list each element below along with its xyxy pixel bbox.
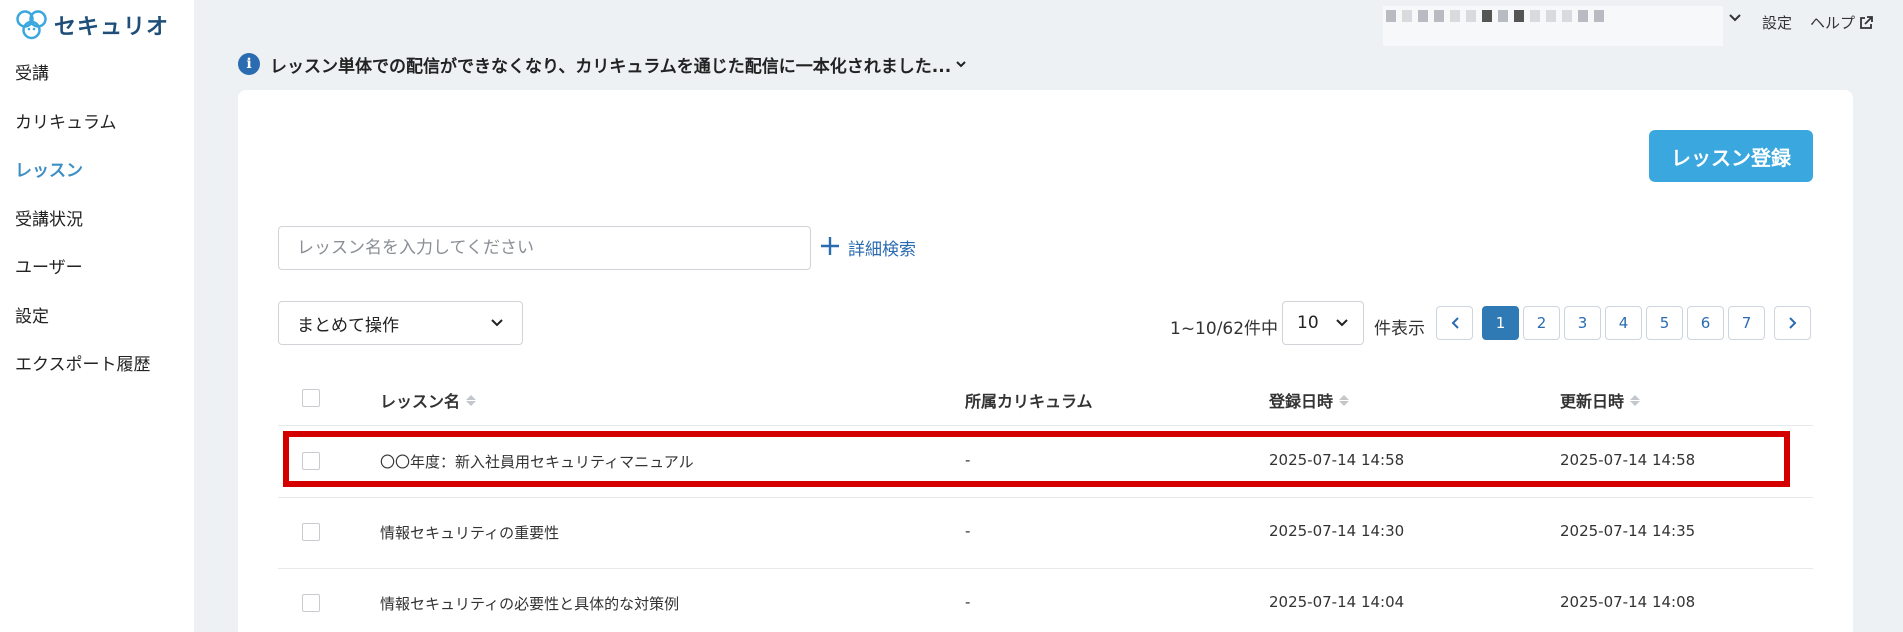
sidebar: セキュリオ 受講 カリキュラム レッスン 受講状況 ユーザー 設定 エクスポート… [0,0,194,632]
advanced-search-label: 詳細検索 [848,239,916,260]
created-cell: 2025-07-14 14:30 [1269,522,1405,540]
curriculum-cell: - [965,522,971,540]
page-button-7[interactable]: 7 [1728,306,1765,340]
column-label: 所属カリキュラム [965,392,1093,411]
sort-icon [1630,394,1641,406]
sidebar-item-curriculum[interactable]: カリキュラム [0,107,194,156]
column-label: 更新日時 [1560,392,1625,411]
header-settings-link[interactable]: 設定 [1762,12,1792,33]
external-link-icon [1859,16,1873,34]
result-count: 1~10/62件中 [1170,319,1279,339]
lesson-name[interactable]: 情報セキュリティの重要性 [380,522,559,543]
help-label: ヘルプ [1810,14,1856,32]
prev-page-button[interactable] [1436,306,1473,340]
plus-icon [820,234,840,260]
row-checkbox[interactable] [302,523,320,541]
lesson-name[interactable]: 情報セキュリティの必要性と具体的な対策例 [380,593,679,614]
page-button-2[interactable]: 2 [1523,306,1560,340]
per-page-select[interactable]: 10 [1282,301,1364,345]
brand-logo[interactable]: セキュリオ [14,9,169,41]
register-lesson-button[interactable]: レッスン登録 [1649,130,1813,182]
curriculum-cell: - [965,593,971,611]
created-cell: 2025-07-14 14:04 [1269,593,1405,611]
sidebar-item-attendance[interactable]: 受講 [0,58,194,107]
next-page-button[interactable] [1774,306,1811,340]
page-button-3[interactable]: 3 [1564,306,1601,340]
redacted-username [1386,10,1604,22]
column-lesson-name[interactable]: レッスン名 [380,388,477,412]
sidebar-item-users[interactable]: ユーザー [0,252,194,301]
column-updated[interactable]: 更新日時 [1560,388,1641,412]
column-created[interactable]: 登録日時 [1269,388,1350,412]
table-row[interactable]: 情報セキュリティの必要性と具体的な対策例 - 2025-07-14 14:04 … [278,569,1813,632]
chevron-down-icon [955,57,967,71]
chevron-down-icon[interactable] [1728,12,1742,27]
updated-cell: 2025-07-14 14:08 [1560,593,1696,611]
sidebar-item-export-history[interactable]: エクスポート履歴 [0,349,194,398]
select-all-checkbox[interactable] [302,389,320,407]
logo-icon [16,10,47,40]
brand-name: セキュリオ [54,15,170,40]
chevron-right-icon [1788,317,1796,329]
page-button-1[interactable]: 1 [1482,306,1519,340]
sort-icon [466,394,477,406]
bulk-action-select[interactable]: まとめて操作 [278,301,523,345]
updated-cell: 2025-07-14 14:35 [1560,522,1696,540]
sidebar-item-progress[interactable]: 受講状況 [0,204,194,253]
chevron-down-icon [490,313,504,333]
page-button-6[interactable]: 6 [1687,306,1724,340]
row-checkbox[interactable] [302,594,320,612]
sidebar-item-settings[interactable]: 設定 [0,301,194,350]
per-page-suffix: 件表示 [1374,319,1425,339]
table-header: レッスン名 所属カリキュラム 登録日時 更新日時 [278,378,1813,426]
column-label: レッスン名 [380,392,461,411]
chevron-down-icon [1335,313,1349,333]
header-help-link[interactable]: ヘルプ [1810,12,1873,34]
notice-text: レッスン単体での配信ができなくなり、カリキュラムを通じた配信に一本化されました.… [270,56,952,77]
notice-banner[interactable]: i レッスン単体での配信ができなくなり、カリキュラムを通じた配信に一本化されまし… [238,52,967,77]
highlight-box [283,431,1790,487]
info-icon: i [238,53,260,75]
page-button-5[interactable]: 5 [1646,306,1683,340]
per-page-value: 10 [1297,313,1319,333]
page-button-4[interactable]: 4 [1605,306,1642,340]
table-row[interactable]: 情報セキュリティの重要性 - 2025-07-14 14:30 2025-07-… [278,498,1813,569]
sidebar-nav: 受講 カリキュラム レッスン 受講状況 ユーザー 設定 エクスポート履歴 [0,58,194,398]
chevron-left-icon [1451,317,1459,329]
column-curriculum: 所属カリキュラム [965,388,1093,412]
sidebar-item-lessons[interactable]: レッスン [0,155,194,204]
pagination: 1 2 3 4 5 6 7 [1436,306,1811,340]
lesson-search-input[interactable] [278,226,811,270]
column-label: 登録日時 [1269,392,1334,411]
sort-icon [1339,394,1350,406]
bulk-action-label: まとめて操作 [297,315,399,336]
advanced-search-link[interactable]: 詳細検索 [820,234,916,260]
